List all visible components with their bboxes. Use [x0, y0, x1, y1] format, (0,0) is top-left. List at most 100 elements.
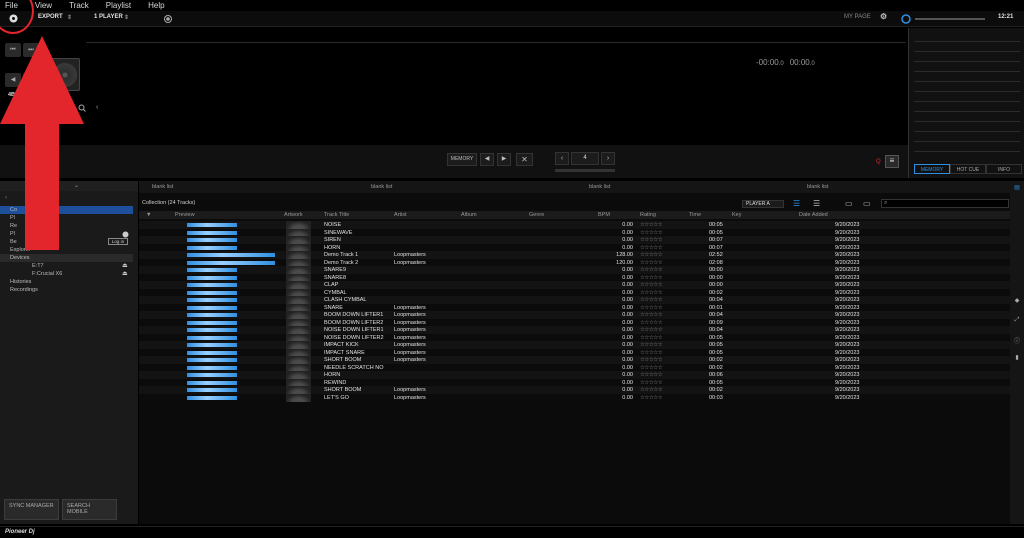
quantize-indicator[interactable]: Q [876, 159, 881, 165]
rating-stars[interactable]: ☆☆☆☆☆ [640, 267, 663, 273]
player-select-dropdown[interactable]: PLAYER A [742, 200, 784, 208]
preview-waveform[interactable] [187, 358, 237, 362]
rating-stars[interactable]: ☆☆☆☆☆ [640, 327, 663, 333]
memory-row[interactable] [914, 134, 1020, 142]
detail-view-icon[interactable]: ☰ [813, 199, 820, 208]
sidebar-item-recordings[interactable]: Recordings [0, 286, 133, 294]
rating-stars[interactable]: ☆☆☆☆☆ [640, 365, 663, 371]
tab-hot-cue[interactable]: HOT CUE [950, 164, 986, 174]
table-row[interactable]: LET'S GO Loopmasters 0.00 ☆☆☆☆☆ 00:03 9/20/20… [139, 393, 1010, 402]
rating-stars[interactable]: ☆☆☆☆☆ [640, 395, 663, 401]
preview-waveform[interactable] [187, 268, 237, 272]
sidebar-item-device-e[interactable]: E:T7 [0, 262, 133, 270]
memory-button[interactable]: MEMORY [447, 153, 477, 166]
log-in-button[interactable]: Log in [108, 238, 128, 245]
preview-waveform[interactable] [187, 365, 237, 370]
rating-stars[interactable]: ☆☆☆☆☆ [640, 335, 663, 341]
subpanel-4-title[interactable]: blank list [807, 184, 828, 190]
settings-gear-icon[interactable]: ⚙ [880, 12, 887, 21]
preview-waveform[interactable] [187, 320, 237, 325]
memory-row[interactable] [914, 94, 1020, 102]
column-preview[interactable]: Preview [175, 212, 195, 218]
master-knob-icon[interactable] [901, 14, 911, 24]
preview-waveform[interactable] [187, 313, 237, 317]
rating-stars[interactable]: ☆☆☆☆☆ [640, 305, 663, 311]
preview-waveform[interactable] [187, 305, 237, 310]
preview-waveform[interactable] [187, 275, 237, 280]
collapse-chevron-icon[interactable]: ‹ [96, 104, 98, 111]
filter-icon[interactable]: ▼ [146, 212, 151, 218]
preview-waveform[interactable] [187, 335, 237, 340]
memory-row[interactable] [914, 144, 1020, 152]
column-artwork[interactable]: Artwork [284, 212, 303, 218]
rating-stars[interactable]: ☆☆☆☆☆ [640, 282, 663, 288]
memory-row[interactable] [914, 104, 1020, 112]
rating-stars[interactable]: ☆☆☆☆☆ [640, 230, 663, 236]
link-icon[interactable]: ⤢ [1013, 317, 1021, 325]
rating-stars[interactable]: ☆☆☆☆☆ [640, 297, 663, 303]
mode-chevron-icon[interactable]: ⇕ [67, 14, 72, 21]
preview-waveform[interactable] [187, 350, 237, 355]
menu-view[interactable]: View [35, 1, 52, 10]
column-track-title[interactable]: Track Title [324, 212, 349, 218]
preview-waveform[interactable] [187, 283, 237, 287]
rating-stars[interactable]: ☆☆☆☆☆ [640, 237, 663, 243]
column-rating[interactable]: Rating [640, 212, 656, 218]
preview-waveform[interactable] [187, 230, 237, 235]
record-icon[interactable] [164, 15, 172, 23]
memory-prev-button[interactable]: ◀ [480, 153, 494, 166]
device-e-eject-icon[interactable]: ⏏ [122, 262, 128, 269]
split-view-icon[interactable]: ▭ [863, 199, 871, 208]
preview-waveform[interactable] [187, 373, 237, 377]
add-icon[interactable] [122, 231, 129, 238]
memory-row[interactable] [914, 74, 1020, 82]
deck-menu-button[interactable]: ≡ [885, 155, 899, 168]
info-icon[interactable]: ⓘ [1013, 336, 1021, 345]
column-date-added[interactable]: Date Added [799, 212, 828, 218]
column-time[interactable]: Time [689, 212, 701, 218]
preview-waveform[interactable] [187, 290, 237, 295]
menu-help[interactable]: Help [148, 1, 164, 10]
device-f-eject-icon[interactable]: ⏏ [122, 270, 128, 277]
memory-next-button[interactable]: ▶ [497, 153, 511, 166]
rating-stars[interactable]: ☆☆☆☆☆ [640, 342, 663, 348]
sidebar-item-device-f[interactable]: F:Crucial X6 [0, 270, 133, 278]
rating-stars[interactable]: ☆☆☆☆☆ [640, 260, 663, 266]
search-input[interactable] [881, 199, 1009, 208]
memory-delete-button[interactable]: ✕ [516, 153, 533, 166]
rating-stars[interactable]: ☆☆☆☆☆ [640, 387, 663, 393]
rating-stars[interactable]: ☆☆☆☆☆ [640, 380, 663, 386]
column-artist[interactable]: Artist [394, 212, 407, 218]
memory-row[interactable] [914, 44, 1020, 52]
memory-row[interactable] [914, 124, 1020, 132]
beat-jump-prev-button[interactable]: ‹ [555, 152, 569, 165]
player-chevron-icon[interactable]: ⇕ [124, 14, 129, 21]
rating-stars[interactable]: ☆☆☆☆☆ [640, 245, 663, 251]
rating-stars[interactable]: ☆☆☆☆☆ [640, 290, 663, 296]
rating-stars[interactable]: ☆☆☆☆☆ [640, 275, 663, 281]
tab-memory[interactable]: MEMORY [914, 164, 950, 174]
preview-waveform[interactable] [187, 245, 237, 250]
column-genre[interactable]: Genre [529, 212, 544, 218]
preview-waveform[interactable] [187, 343, 237, 347]
rating-stars[interactable]: ☆☆☆☆☆ [640, 357, 663, 363]
rating-stars[interactable]: ☆☆☆☆☆ [640, 320, 663, 326]
subpanel-3-title[interactable]: blank list [589, 184, 610, 190]
layout-icon[interactable]: ▤ [1013, 184, 1021, 192]
memory-row[interactable] [914, 114, 1020, 122]
rating-stars[interactable]: ☆☆☆☆☆ [640, 252, 663, 258]
subpanel-2-title[interactable]: blank list [371, 184, 392, 190]
memory-row[interactable] [914, 84, 1020, 92]
preview-waveform[interactable] [187, 260, 275, 265]
rating-stars[interactable]: ☆☆☆☆☆ [640, 372, 663, 378]
preview-waveform[interactable] [187, 395, 237, 400]
rating-stars[interactable]: ☆☆☆☆☆ [640, 222, 663, 228]
beat-jump-next-button[interactable]: › [601, 152, 615, 165]
preview-waveform[interactable] [187, 388, 237, 392]
memory-row[interactable] [914, 34, 1020, 42]
mode-select[interactable]: EXPORT [38, 14, 63, 20]
sync-manager-button[interactable]: SYNC MANAGER [4, 499, 59, 520]
preview-waveform[interactable] [187, 380, 237, 385]
menu-track[interactable]: Track [69, 1, 89, 10]
subpanel-1-title[interactable]: blank list [152, 184, 173, 190]
